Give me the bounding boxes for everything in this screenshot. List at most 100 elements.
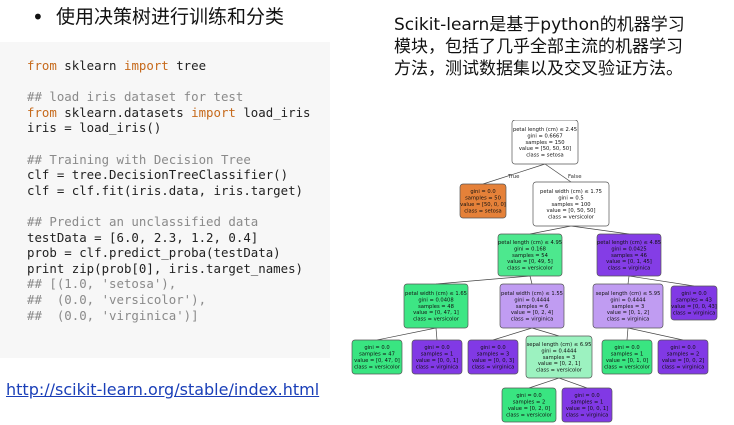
- code-line: clf = clf.fit(iris.data, iris.target): [27, 183, 311, 199]
- tree-node-line: class = virginica: [566, 412, 609, 418]
- code-comment: ## (0.0, 'virginica')]: [27, 307, 199, 323]
- tree-node-line: value = [0, 47, 0]: [354, 358, 400, 364]
- tree-node-line: petal length (cm) ≤ 4.95: [498, 240, 562, 246]
- tree-edge: [529, 275, 533, 285]
- code-block: from sklearn import tree ## load iris da…: [27, 58, 311, 323]
- tree-edge: [435, 327, 438, 341]
- code-line: testData = [6.0, 2.3, 1.2, 0.4]: [27, 230, 311, 246]
- code-keyword: import: [191, 104, 236, 120]
- tree-node-line: value = [0, 1, 2]: [607, 310, 649, 316]
- code-text: tree: [168, 58, 207, 73]
- tree-node-line: value = [0, 0, 43]: [671, 304, 717, 310]
- code-line: ## load iris dataset for test: [27, 89, 311, 105]
- tree-node-n14: gini = 0.0samples = 2value = [0, 0, 2]cl…: [657, 339, 709, 375]
- tree-node-line: samples = 1: [611, 352, 644, 358]
- tree-node-line: samples = 43: [676, 298, 712, 304]
- tree-node-line: gini = 0.0: [364, 345, 389, 351]
- tree-node-n1: gini = 0.0samples = 50value = [50, 0, 0]…: [459, 183, 507, 219]
- tree-node-line: class = versicolor: [507, 266, 554, 272]
- tree-node-line: samples = 1: [571, 400, 604, 406]
- tree-edge: [531, 327, 560, 337]
- tree-node-line: gini = 0.4444: [541, 348, 577, 354]
- tree-node-line: gini = 0.0: [614, 345, 639, 351]
- tree-node-line: gini = 0.5: [558, 195, 583, 201]
- tree-edge: [529, 225, 572, 235]
- code-comment: ## load iris dataset for test: [27, 89, 244, 105]
- code-keyword: from: [27, 58, 57, 73]
- tree-node-line: class = versicolor: [506, 412, 553, 418]
- tree-node-line: gini = 0.0: [424, 345, 449, 351]
- tree-node-n15: gini = 0.0samples = 2value = [0, 2, 0]cl…: [501, 387, 557, 423]
- tree-node-line: value = [0, 0, 3]: [472, 358, 514, 364]
- tree-node-line: value = [0, 0, 1]: [566, 406, 608, 412]
- code-line: ## Predict an unclassified data: [27, 214, 311, 230]
- description: Scikit-learn是基于python的机器学习 模块，包括了几乎全部主流的…: [394, 14, 734, 80]
- tree-node-line: value = [0, 47, 1]: [413, 310, 459, 316]
- slide-title: 使用决策树进行训练和分类: [56, 6, 285, 28]
- tree-node-line: gini = 0.0425: [611, 246, 646, 252]
- tree-node-line: samples = 47: [359, 352, 395, 358]
- code-line: ## Training with Decision Tree: [27, 152, 311, 168]
- tree-node-line: class = virginica: [662, 364, 705, 370]
- code-text: clf = tree.DecisionTreeClassifier(): [27, 167, 289, 183]
- tree-node-n13: gini = 0.0samples = 1value = [0, 1, 0]cl…: [601, 339, 653, 375]
- tree-edge: [570, 225, 630, 235]
- code-line: iris = load_iris(): [27, 120, 311, 136]
- tree-node-line: class = versicolor: [413, 317, 460, 323]
- code-line: ## (0.0, 'virginica')]: [27, 308, 311, 324]
- tree-node-line: samples = 100: [551, 202, 590, 208]
- tree-node-line: value = [0, 2, 0]: [508, 406, 550, 412]
- tree-node-n5: petal width (cm) ≤ 1.65gini = 0.0408samp…: [403, 283, 469, 329]
- code-text: iris = load_iris(): [27, 120, 162, 136]
- tree-node-line: petal width (cm) ≤ 1.65: [405, 291, 467, 297]
- tree-node-line: class = setosa: [464, 208, 502, 214]
- tree-node-line: class = versicolor: [548, 215, 595, 221]
- code-comment: ## Predict an unclassified data: [27, 213, 259, 229]
- code-comment: ## (0.0, 'versicolor'),: [27, 291, 207, 307]
- tree-node-line: gini = 0.6667: [527, 133, 562, 139]
- code-comment: ## [(1.0, 'setosa'),: [27, 276, 177, 292]
- tree-node-line: value = [0, 50, 50]: [547, 208, 596, 214]
- tree-node-line: gini = 0.0: [670, 345, 695, 351]
- tree-edge: [626, 327, 629, 341]
- description-line: Scikit-learn是基于python的机器学习: [394, 15, 685, 35]
- tree-node-line: gini = 0.168: [514, 246, 546, 252]
- edge-label-false: False: [568, 174, 582, 180]
- tree-node-n0: petal length (cm) ≤ 2.45gini = 0.6667sam…: [511, 120, 579, 165]
- tree-node-line: class = versicolor: [604, 364, 651, 370]
- tree-node-line: samples = 46: [611, 253, 647, 259]
- tree-node-line: petal length (cm) ≤ 2.45: [513, 127, 577, 133]
- tree-node-n6: petal width (cm) ≤ 1.55gini = 0.4444samp…: [499, 283, 565, 329]
- tree-node-n16: gini = 0.0samples = 1value = [0, 0, 1]cl…: [561, 387, 613, 423]
- code-line: from sklearn.datasets import load_iris: [27, 105, 311, 121]
- tree-node-line: gini = 0.0: [574, 393, 599, 399]
- tree-node-line: value = [50, 0, 0]: [460, 202, 506, 208]
- tree-node-line: class = versicolor: [536, 368, 583, 374]
- tree-node-line: value = [0, 1, 0]: [606, 358, 648, 364]
- code-text: print zip(prob[0], iris.target_names): [27, 260, 304, 276]
- code-line: from sklearn import tree: [27, 58, 311, 74]
- code-text: load_iris: [235, 104, 311, 120]
- tree-node-line: value = [50, 50, 50]: [519, 146, 571, 152]
- tree-edge: [376, 327, 437, 341]
- tree-node-line: value = [0, 2, 1]: [538, 361, 580, 367]
- tree-node-line: samples = 2: [667, 352, 700, 358]
- description-line: 模块，包括了几乎全部主流的机器学习: [394, 37, 683, 57]
- tree-node-line: gini = 0.0: [681, 291, 706, 297]
- tree-node-line: petal length (cm) ≤ 4.85: [597, 240, 661, 246]
- tree-node-line: class = setosa: [526, 153, 564, 159]
- tree-node-line: gini = 0.4444: [514, 297, 550, 303]
- tree-edge: [528, 377, 560, 389]
- code-line: ## (0.0, 'versicolor'),: [27, 292, 311, 308]
- scikit-learn-link[interactable]: http://scikit-learn.org/stable/index.htm…: [6, 379, 319, 401]
- tree-node-n4: petal length (cm) ≤ 4.85gini = 0.0425sam…: [596, 233, 662, 277]
- tree-node-line: samples = 6: [516, 304, 549, 310]
- tree-node-line: gini = 0.4444: [610, 297, 646, 303]
- tree-node-n3: petal length (cm) ≤ 4.95gini = 0.168samp…: [497, 233, 563, 277]
- tree-node-line: class = virginica: [608, 266, 651, 272]
- tree-node-line: sepal length (cm) ≤ 5.95: [596, 291, 661, 297]
- code-text: sklearn: [56, 58, 124, 73]
- tree-node-n10: gini = 0.0samples = 1value = [0, 0, 1]cl…: [411, 339, 463, 375]
